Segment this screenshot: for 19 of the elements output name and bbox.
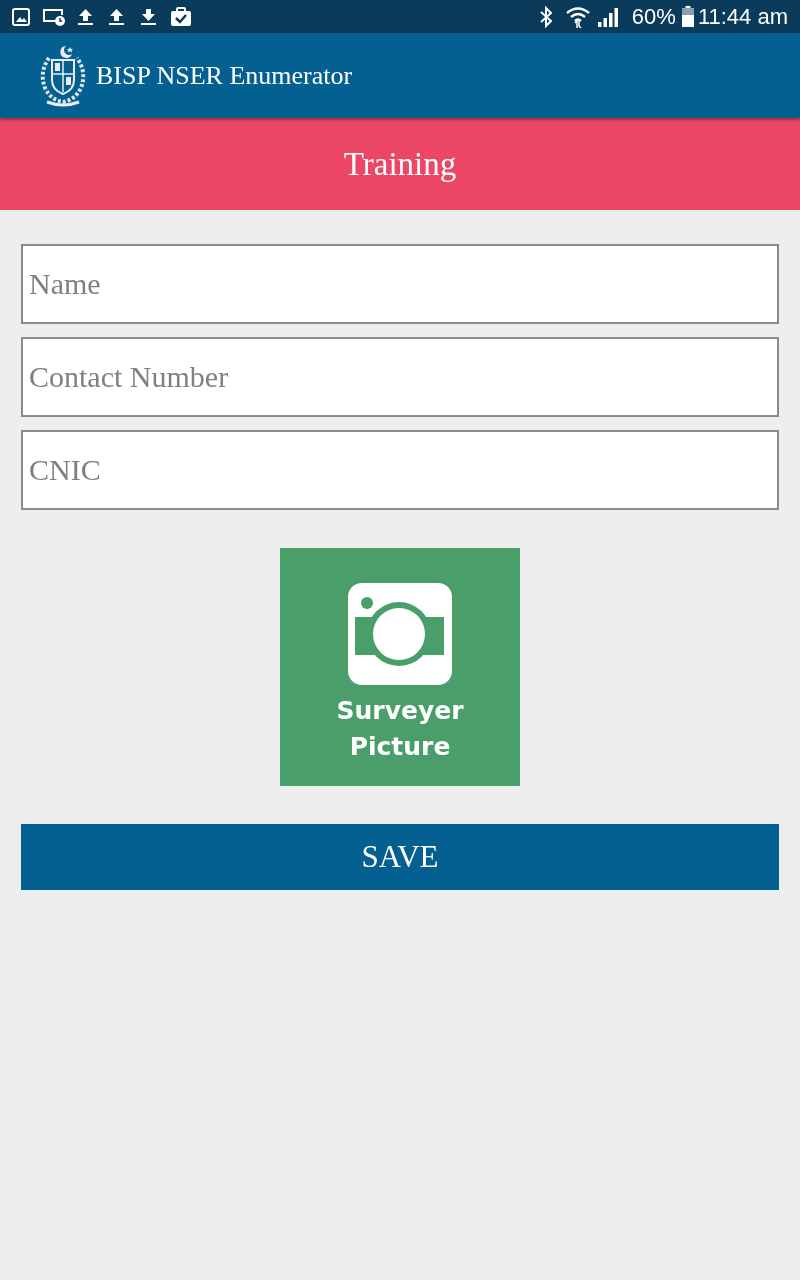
text-input-field[interactable]: Name [21, 244, 779, 324]
upload-icon [77, 7, 94, 26]
save-button[interactable]: SAVE [21, 824, 779, 890]
image-icon [12, 7, 30, 26]
clock-time: 11:44 am [697, 5, 788, 28]
signal-bars-icon [596, 6, 621, 27]
upload-icon [108, 7, 125, 26]
screen-title: Training [343, 147, 457, 181]
bluetooth-icon [538, 5, 553, 28]
battery-icon [681, 6, 694, 27]
app-title: BISP NSER Enumerator [96, 62, 353, 89]
battery-percent: 60% [631, 5, 676, 28]
wifi-icon [564, 5, 591, 28]
screen-clock-icon [42, 7, 66, 26]
camera-icon [348, 583, 452, 685]
text-input-field[interactable]: Contact Number [21, 337, 779, 417]
download-icon [140, 7, 157, 26]
text-input-field[interactable]: CNIC [21, 430, 779, 510]
clipboard-check-icon [170, 6, 192, 27]
